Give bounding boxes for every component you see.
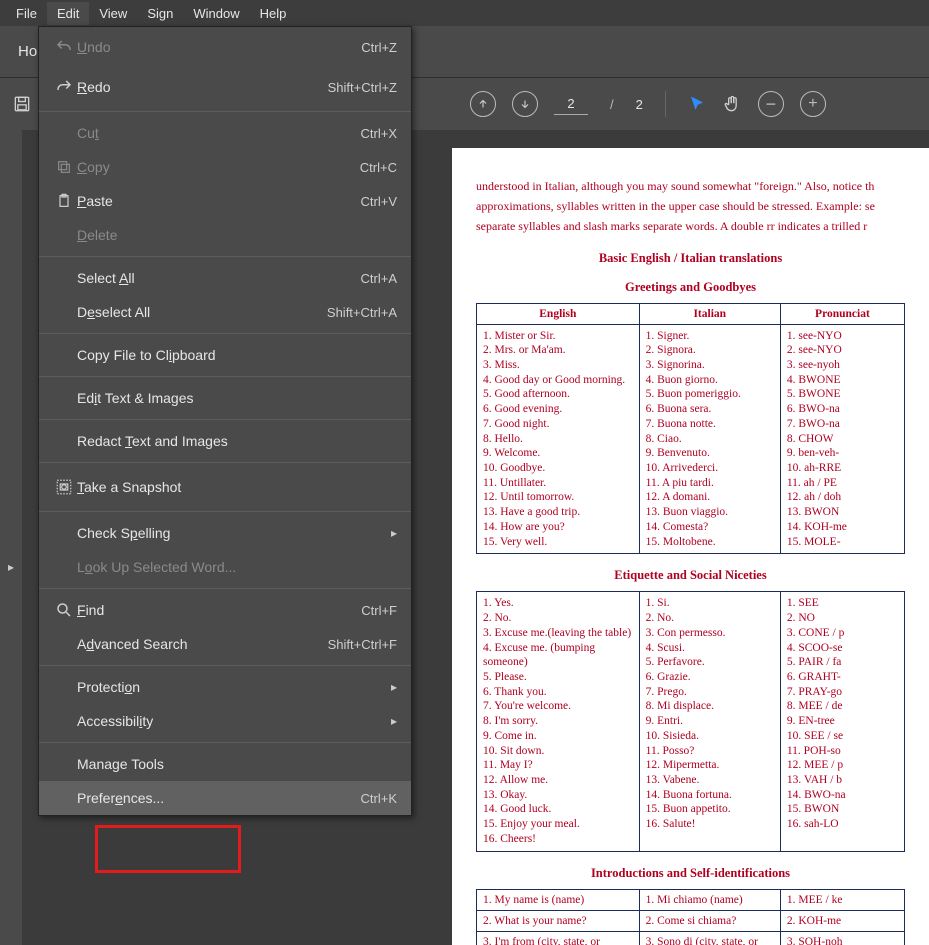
menu-copy[interactable]: CopyCtrl+C bbox=[39, 150, 411, 184]
doc-intro-line: separate syllables and slash marks separ… bbox=[476, 218, 905, 234]
menu-check-spelling[interactable]: Check Spelling▸ bbox=[39, 516, 411, 550]
col-pron: Pronunciat bbox=[780, 303, 904, 324]
menu-separator bbox=[39, 333, 411, 334]
doc-heading-etiquette: Etiquette and Social Niceties bbox=[476, 568, 905, 583]
submenu-arrow-icon: ▸ bbox=[391, 714, 397, 728]
select-tool-icon[interactable] bbox=[688, 95, 706, 113]
undo-icon bbox=[51, 38, 77, 56]
menu-separator bbox=[39, 511, 411, 512]
menu-advanced-search[interactable]: Advanced SearchShift+Ctrl+F bbox=[39, 627, 411, 661]
submenu-arrow-icon: ▸ bbox=[391, 680, 397, 694]
doc-heading-introductions: Introductions and Self-identifications bbox=[476, 866, 905, 881]
edit-menu-dropdown: Undo Ctrl+Z Redo Shift+Ctrl+Z CutCtrl+X … bbox=[38, 26, 412, 816]
doc-intro-line: understood in Italian, although you may … bbox=[476, 178, 905, 194]
camera-icon bbox=[51, 478, 77, 496]
menu-redact[interactable]: Redact Text and Images bbox=[39, 424, 411, 458]
menu-lookup-word[interactable]: Look Up Selected Word... bbox=[39, 550, 411, 584]
menu-separator bbox=[39, 256, 411, 257]
redo-icon bbox=[51, 78, 77, 96]
page-number-input[interactable] bbox=[554, 93, 588, 115]
introductions-table: 1. My name is (name)1. Mi chiamo (name)1… bbox=[476, 889, 905, 945]
shortcut: Ctrl+Z bbox=[361, 40, 397, 55]
search-icon bbox=[51, 601, 77, 619]
menu-view[interactable]: View bbox=[89, 2, 137, 25]
menu-undo[interactable]: Undo Ctrl+Z bbox=[39, 27, 411, 67]
menu-file[interactable]: File bbox=[6, 2, 47, 25]
menu-protection[interactable]: Protection▸ bbox=[39, 670, 411, 704]
zoom-in-button[interactable]: + bbox=[800, 91, 826, 117]
menu-separator bbox=[39, 588, 411, 589]
menubar: File Edit View Sign Window Help bbox=[0, 0, 929, 26]
greetings-table: English Italian Pronunciat 1. Mister or … bbox=[476, 303, 905, 555]
menu-edit-text-images[interactable]: Edit Text & Images bbox=[39, 381, 411, 415]
menu-delete[interactable]: Delete bbox=[39, 218, 411, 252]
left-panel-collapsed[interactable]: ▸ bbox=[0, 130, 22, 945]
page-separator: / bbox=[610, 97, 614, 112]
menu-label: Redo bbox=[77, 79, 328, 95]
menu-separator bbox=[39, 665, 411, 666]
menu-accessibility[interactable]: Accessibility▸ bbox=[39, 704, 411, 738]
menu-manage-tools[interactable]: Manage Tools bbox=[39, 747, 411, 781]
menu-deselect-all[interactable]: Deselect AllShift+Ctrl+A bbox=[39, 295, 411, 329]
zoom-out-button[interactable]: − bbox=[758, 91, 784, 117]
menu-select-all[interactable]: Select AllCtrl+A bbox=[39, 261, 411, 295]
menu-redo[interactable]: Redo Shift+Ctrl+Z bbox=[39, 67, 411, 107]
menu-separator bbox=[39, 462, 411, 463]
copy-icon bbox=[51, 159, 77, 175]
etiquette-table: 1. Yes.2. No.3. Excuse me.(leaving the t… bbox=[476, 591, 905, 851]
menu-help[interactable]: Help bbox=[250, 2, 297, 25]
page-up-button[interactable] bbox=[470, 91, 496, 117]
col-italian: Italian bbox=[639, 303, 780, 324]
document-tab[interactable]: Ho bbox=[18, 43, 37, 60]
doc-heading-greetings: Greetings and Goodbyes bbox=[476, 280, 905, 295]
menu-copy-file-clipboard[interactable]: Copy File to Clipboard bbox=[39, 338, 411, 372]
page-down-button[interactable] bbox=[512, 91, 538, 117]
menu-separator bbox=[39, 111, 411, 112]
pdf-page: understood in Italian, although you may … bbox=[452, 148, 929, 945]
shortcut: Shift+Ctrl+Z bbox=[328, 80, 397, 95]
menu-sign[interactable]: Sign bbox=[137, 2, 183, 25]
menu-separator bbox=[39, 742, 411, 743]
menu-label: Undo bbox=[77, 39, 361, 55]
expand-panel-icon[interactable]: ▸ bbox=[8, 560, 14, 574]
hand-tool-icon[interactable] bbox=[722, 94, 742, 114]
doc-intro-line: approximations, syllables written in the… bbox=[476, 198, 905, 214]
paste-icon bbox=[51, 193, 77, 209]
toolbar-separator bbox=[665, 91, 666, 117]
menu-window[interactable]: Window bbox=[183, 2, 249, 25]
menu-preferences[interactable]: Preferences...Ctrl+K bbox=[39, 781, 411, 815]
menu-find[interactable]: FindCtrl+F bbox=[39, 593, 411, 627]
page-total: 2 bbox=[636, 97, 643, 112]
menu-separator bbox=[39, 376, 411, 377]
menu-paste[interactable]: PasteCtrl+V bbox=[39, 184, 411, 218]
save-icon[interactable] bbox=[12, 94, 32, 114]
menu-cut[interactable]: CutCtrl+X bbox=[39, 116, 411, 150]
doc-heading-basic: Basic English / Italian translations bbox=[476, 251, 905, 266]
menu-separator bbox=[39, 419, 411, 420]
submenu-arrow-icon: ▸ bbox=[391, 526, 397, 540]
menu-take-snapshot[interactable]: Take a Snapshot bbox=[39, 467, 411, 507]
col-english: English bbox=[477, 303, 640, 324]
menu-edit[interactable]: Edit bbox=[47, 2, 89, 25]
